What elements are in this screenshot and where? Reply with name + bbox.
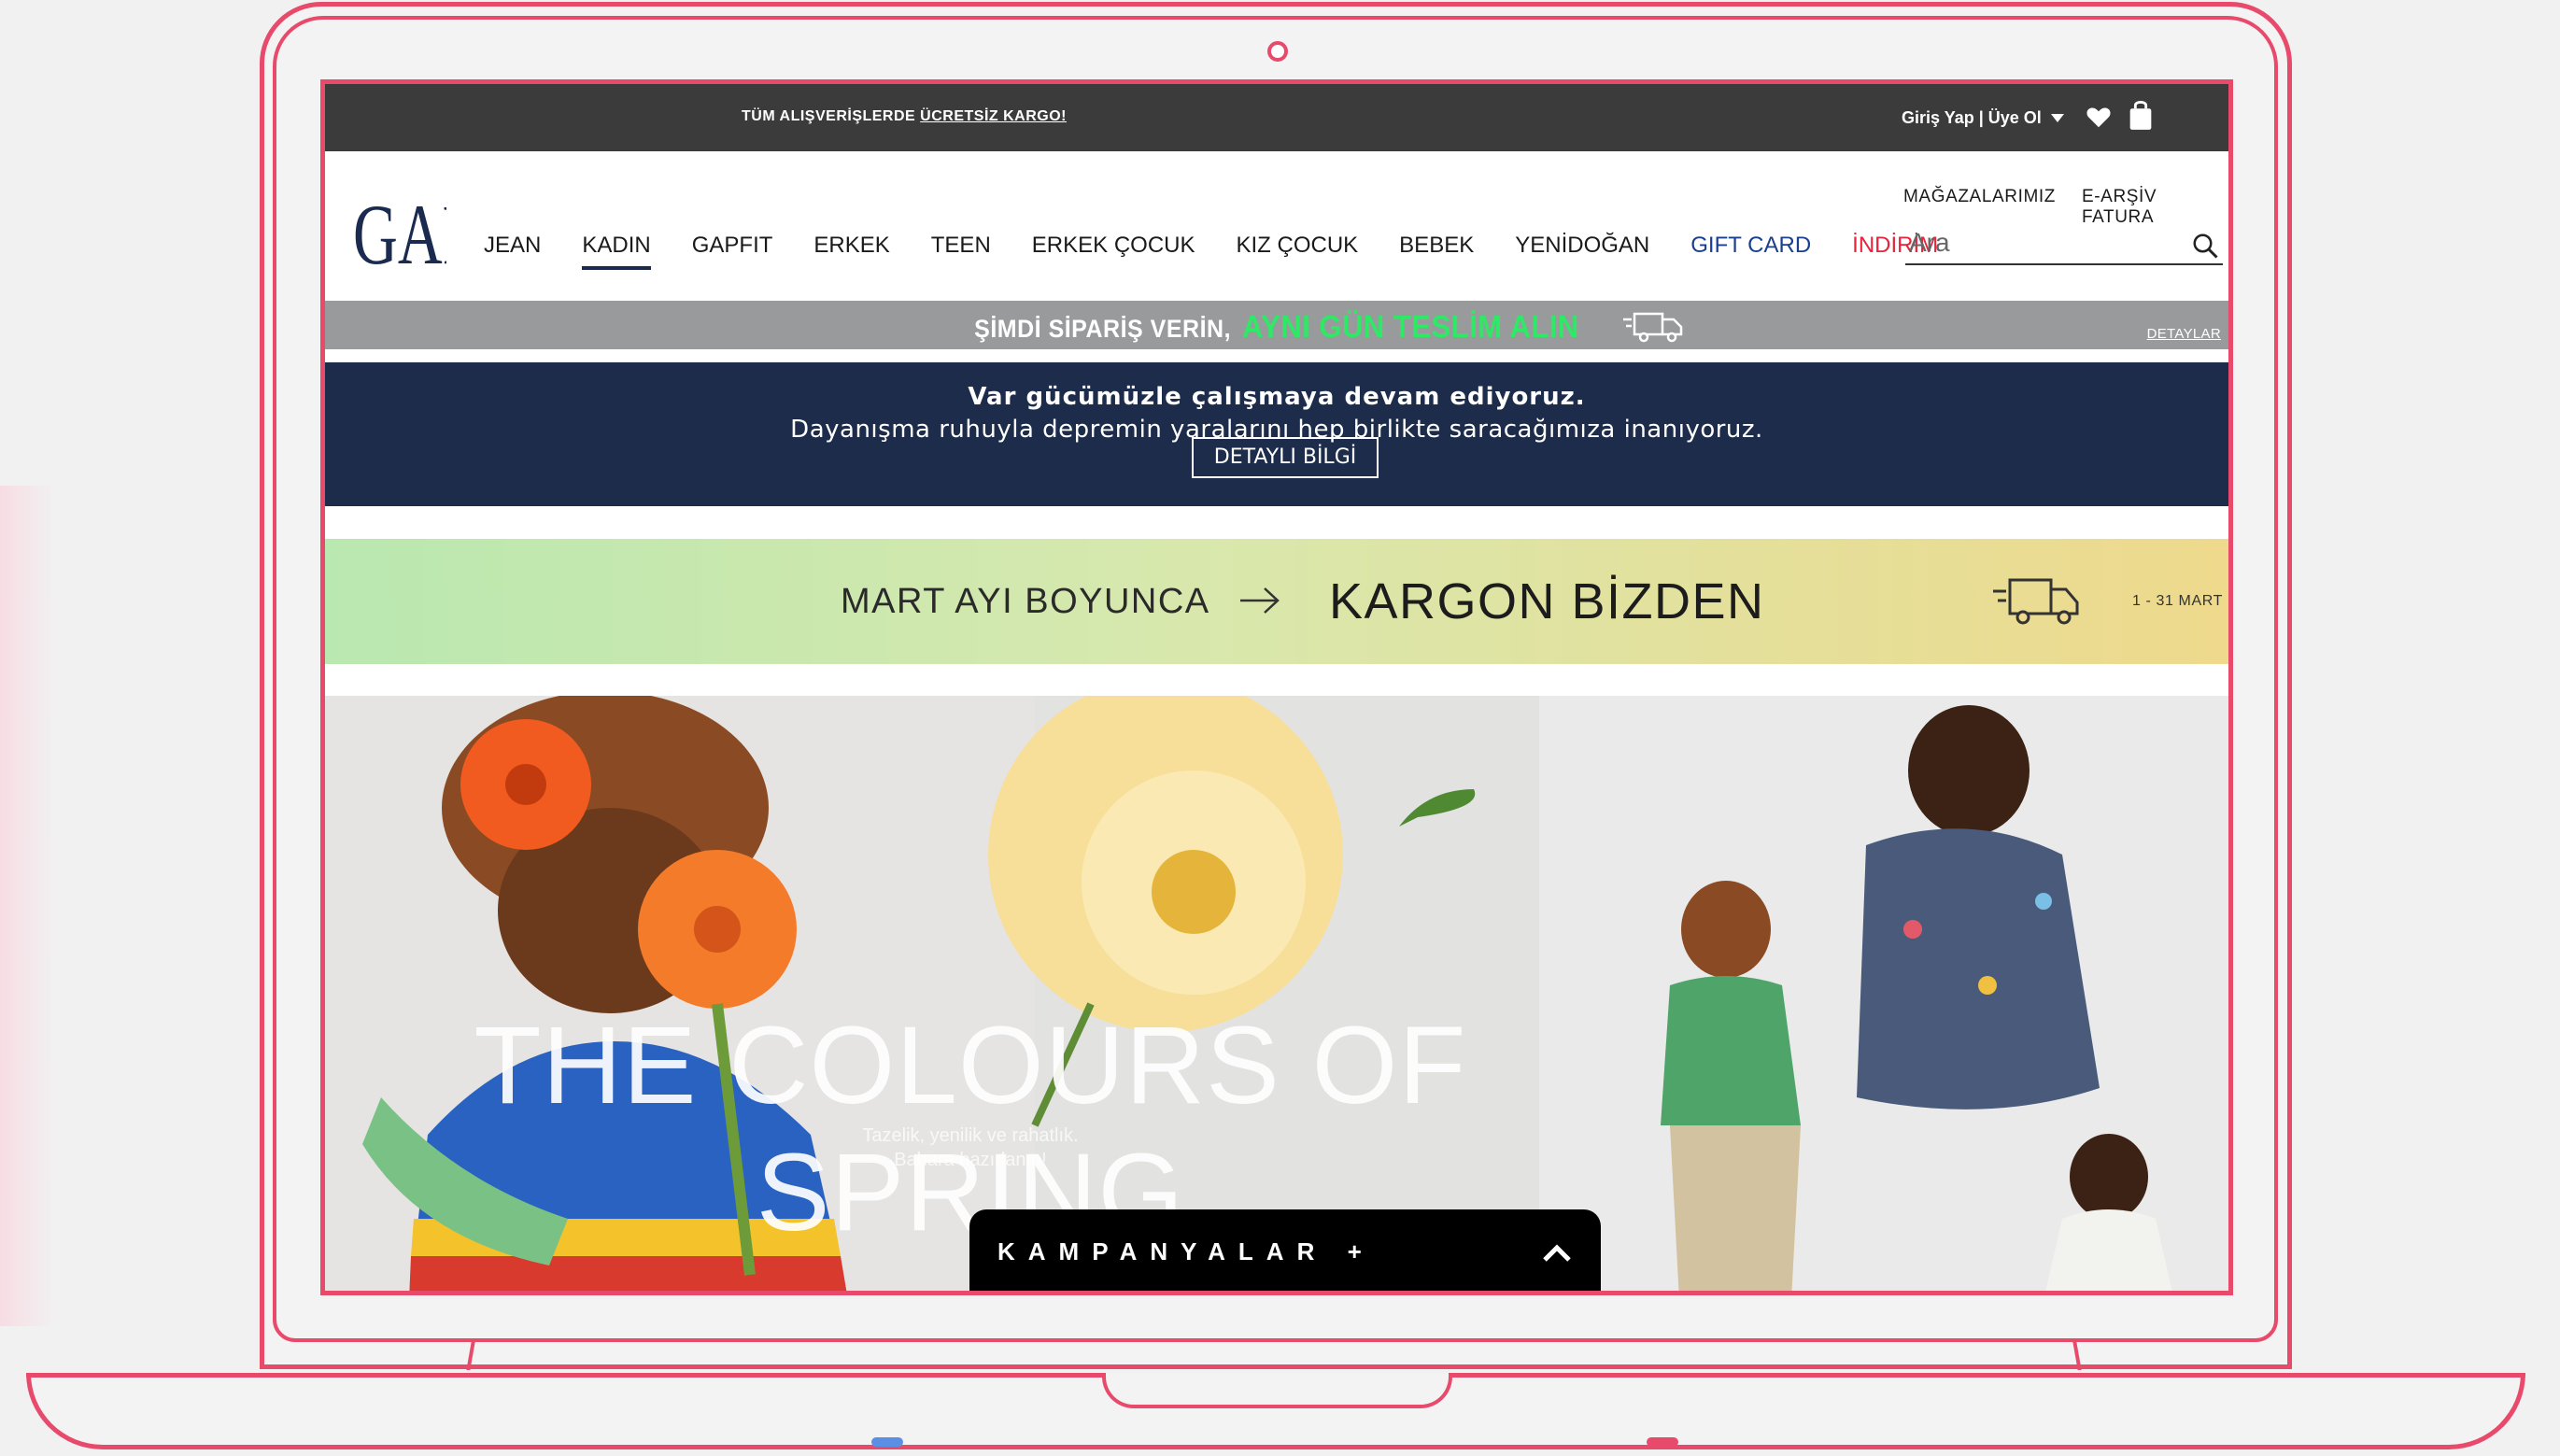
detailed-info-button[interactable]: DETAYLI BİLGİ	[1192, 437, 1379, 478]
nav-erkek-cocuk[interactable]: ERKEK ÇOCUK	[1032, 233, 1195, 270]
cargo-month-text: MART AYI BOYUNCA	[841, 582, 1210, 621]
search-input[interactable]	[1905, 224, 2184, 262]
account-menu[interactable]: Giriş Yap | Üye Ol	[1902, 108, 2064, 128]
arrow-right-icon	[1240, 587, 1280, 614]
login-register-link[interactable]: Giriş Yap | Üye Ol	[1902, 108, 2042, 128]
utility-links: MAĞAZALARIMIZ E-ARŞİV FATURA	[1903, 187, 2228, 228]
nav-bebek[interactable]: BEBEK	[1399, 233, 1474, 270]
status-led-blue	[871, 1437, 903, 1447]
solidarity-notice: Var gücümüzle çalışmaya devam ediyoruz. …	[325, 362, 2228, 506]
heart-icon[interactable]	[2085, 103, 2113, 131]
e-invoice-link[interactable]: E-ARŞİV FATURA	[2082, 187, 2228, 228]
nav-erkek[interactable]: ERKEK	[813, 233, 889, 270]
campaigns-label: KAMPANYALAR +	[997, 1237, 1375, 1265]
browser-screen: TÜM ALIŞVERİŞLERDE ÜCRETSİZ KARGO! Giriş…	[320, 79, 2233, 1295]
delivery-details-link[interactable]: DETAYLAR	[2147, 326, 2221, 342]
site-header: GAP JEAN KADIN GAPFIT ERKEK TEEN ERKEK Ç…	[325, 151, 2228, 301]
chevron-up-icon[interactable]	[1541, 1241, 1573, 1264]
webcam-icon	[1267, 41, 1288, 62]
delivery-truck-icon	[1993, 578, 2079, 625]
cargo-main-text: KARGON BİZDEN	[1329, 573, 1765, 629]
cargo-date-range: 1 - 31 MART	[2132, 593, 2223, 609]
delivery-text-same-day: AYNI GÜN TESLİM ALIN	[1242, 308, 1579, 345]
campaigns-drawer-tab[interactable]: KAMPANYALAR +	[969, 1209, 1601, 1291]
notice-headline: Var gücümüzle çalışmaya devam ediyoruz.	[968, 383, 1586, 411]
delivery-truck-icon	[1623, 312, 1683, 343]
chevron-down-icon[interactable]	[2050, 114, 2064, 122]
hero-subtitle-1: Tazelik, yenilik ve rahatlık.	[862, 1125, 1079, 1146]
nav-gapfit[interactable]: GAPFIT	[692, 233, 773, 270]
delivery-text-order: ŞİMDİ SİPARİŞ VERİN,	[974, 315, 1232, 344]
same-day-delivery-banner[interactable]: ŞİMDİ SİPARİŞ VERİN, AYNI GÜN TESLİM ALIN…	[325, 301, 2228, 349]
free-cargo-banner[interactable]: MART AYI BOYUNCA KARGON BİZDEN 1 - 31 MA…	[325, 539, 2228, 664]
free-shipping-link[interactable]: ÜCRETSİZ KARGO!	[920, 108, 1067, 124]
delivery-text: ŞİMDİ SİPARİŞ VERİN, AYNI GÜN TESLİM ALIN	[325, 309, 2228, 346]
background-glow	[0, 486, 56, 1326]
shopping-bag-icon[interactable]	[2128, 99, 2154, 131]
gap-logo[interactable]: GAP	[353, 189, 446, 273]
search-icon[interactable]	[2191, 232, 2219, 260]
nav-jean[interactable]: JEAN	[484, 233, 541, 270]
laptop-notch	[1102, 1373, 1452, 1408]
promo-text: TÜM ALIŞVERİŞLERDE	[742, 108, 921, 124]
nav-kiz-cocuk[interactable]: KIZ ÇOCUK	[1236, 233, 1358, 270]
nav-yenidogan[interactable]: YENİDOĞAN	[1515, 233, 1649, 270]
free-shipping-promo: TÜM ALIŞVERİŞLERDE ÜCRETSİZ KARGO!	[325, 108, 1483, 125]
search-box	[1905, 224, 2223, 265]
nav-teen[interactable]: TEEN	[931, 233, 991, 270]
hero-banner[interactable]: THE COLOURS OF SPRING Tazelik, yenilik v…	[325, 696, 2228, 1291]
nav-gift-card[interactable]: GIFT CARD	[1690, 233, 1811, 270]
logo-text: GAP	[353, 189, 446, 273]
main-navigation: JEAN KADIN GAPFIT ERKEK TEEN ERKEK ÇOCUK…	[484, 233, 1979, 270]
hero-subtitle-2: Bahara hazırlanın!	[894, 1150, 1047, 1170]
nav-kadin[interactable]: KADIN	[582, 233, 651, 270]
status-led-red	[1647, 1437, 1678, 1447]
announcement-bar: TÜM ALIŞVERİŞLERDE ÜCRETSİZ KARGO! Giriş…	[325, 84, 2228, 151]
stores-link[interactable]: MAĞAZALARIMIZ	[1903, 187, 2056, 228]
